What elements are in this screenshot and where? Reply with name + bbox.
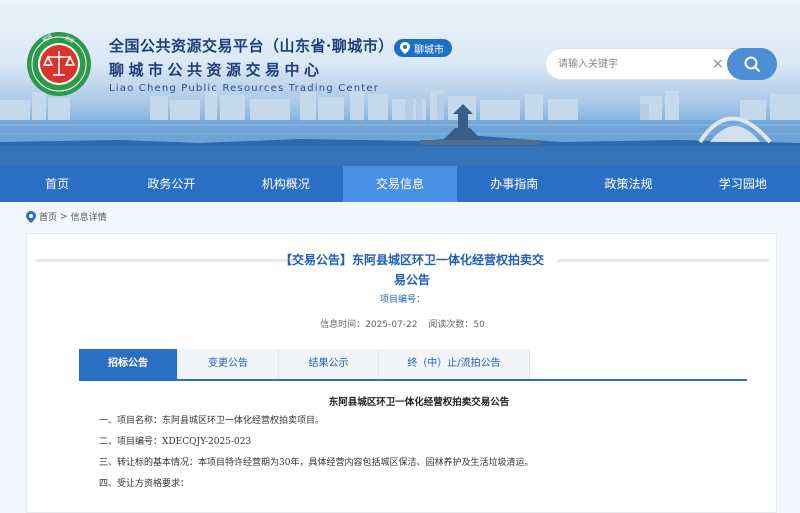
body-paragraph: 一、项目名称：东阿县城区环卫一体化经营权拍卖项目。 xyxy=(99,416,325,426)
article-meta: 信息时间：2025-07-22 阅读次数：50 xyxy=(27,317,778,330)
article-card: 【交易公告】东阿县城区环卫一体化经营权拍卖交易公告 项目编号： 信息时间：202… xyxy=(26,233,777,513)
nav-item-home[interactable]: 首页 xyxy=(0,166,114,202)
search-input[interactable] xyxy=(558,49,708,79)
clear-search-icon[interactable]: × xyxy=(712,56,724,72)
body-paragraph: 二、项目编号：XDECQJY-2025-023 xyxy=(99,437,252,447)
body-paragraph: 三、转让标的基本情况：本项目特许经营期为30年，具体经营内容包括城区保洁、园林养… xyxy=(99,458,534,468)
article-body: 东阿县城区环卫一体化经营权拍卖交易公告 一、项目名称：东阿县城区环卫一体化经营权… xyxy=(99,394,739,500)
city-switch-button[interactable]: 聊城市 xyxy=(394,39,452,57)
title-divider-left xyxy=(36,259,296,262)
tabs-underline xyxy=(79,379,747,381)
search-icon xyxy=(744,56,760,72)
tab-change-notice[interactable]: 变更公告 xyxy=(178,349,279,379)
tab-result-notice[interactable]: 结果公示 xyxy=(279,349,379,379)
search-button[interactable] xyxy=(727,48,777,80)
nav-item-government-affairs[interactable]: 政务公开 xyxy=(114,166,228,202)
main-nav: 首页 政务公开 机构概况 交易信息 办事指南 政策法规 学习园地 xyxy=(0,166,800,202)
platform-title: 全国公共资源交易平台（山东省·聊城市） xyxy=(109,37,394,55)
body-title: 东阿县城区环卫一体化经营权拍卖交易公告 xyxy=(328,397,510,408)
notice-tabs: 招标公告 变更公告 结果公示 终（中）止/流拍公告 xyxy=(79,349,530,379)
publish-time: 信息时间：2025-07-22 xyxy=(320,320,418,330)
header-banner: 聊城 资源 全国公共资源交易平台（山东省·聊城市） 聊城市公共资源交易中心 Li… xyxy=(0,0,800,166)
center-logo: 聊城 资源 xyxy=(27,32,91,96)
center-title-english: Liao Cheng Public Resources Trading Cent… xyxy=(109,83,380,94)
tab-termination-notice[interactable]: 终（中）止/流拍公告 xyxy=(379,349,530,379)
search-box: × xyxy=(545,48,777,80)
breadcrumb-current[interactable]: 信息详情 xyxy=(71,210,107,223)
project-number: 项目编号： xyxy=(379,295,425,305)
nav-item-trading-info[interactable]: 交易信息 xyxy=(342,166,458,202)
nav-item-learning[interactable]: 学习园地 xyxy=(686,166,800,202)
body-paragraph: 四、受让方资格要求： xyxy=(99,479,190,489)
breadcrumb: 首页 > 信息详情 xyxy=(26,210,107,223)
title-divider-right xyxy=(557,259,769,262)
location-pin-icon xyxy=(400,42,410,54)
center-title: 聊城市公共资源交易中心 xyxy=(109,61,324,79)
nav-item-policies[interactable]: 政策法规 xyxy=(571,166,685,202)
breadcrumb-separator: > xyxy=(60,211,68,222)
city-name: 聊城市 xyxy=(414,44,444,56)
nav-item-organization[interactable]: 机构概况 xyxy=(229,166,343,202)
tab-tender-notice[interactable]: 招标公告 xyxy=(79,349,178,379)
location-icon xyxy=(26,210,36,223)
view-count: 阅读次数：50 xyxy=(428,320,485,330)
article-title: 【交易公告】东阿县城区环卫一体化经营权拍卖交易公告 xyxy=(279,253,544,287)
breadcrumb-home-link[interactable]: 首页 xyxy=(39,210,57,223)
nav-item-service-guide[interactable]: 办事指南 xyxy=(457,166,571,202)
